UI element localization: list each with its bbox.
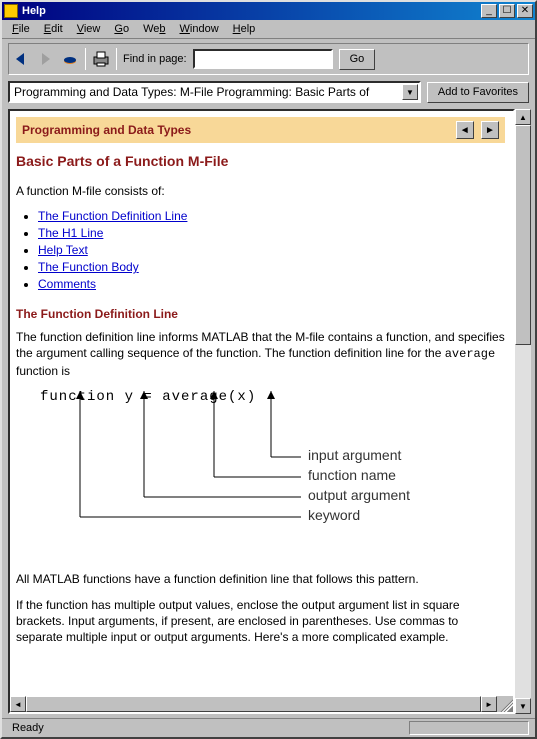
list-item: The H1 Line — [38, 226, 505, 240]
chevron-down-icon[interactable]: ▼ — [402, 84, 418, 100]
link-comments[interactable]: Comments — [38, 277, 96, 291]
separator — [85, 48, 86, 70]
section-title: Programming and Data Types — [22, 123, 191, 137]
help-window: Help _ ☐ ✕ File Edit View Go Web Window … — [0, 0, 537, 739]
forward-icon[interactable] — [37, 50, 55, 68]
menu-window[interactable]: Window — [174, 22, 225, 36]
anno-keyword: keyword — [308, 507, 360, 523]
link-function-body[interactable]: The Function Body — [38, 260, 139, 274]
list-item: Comments — [38, 277, 505, 291]
minimize-button[interactable]: _ — [481, 4, 497, 18]
scroll-right-button[interactable]: ► — [481, 696, 497, 712]
paragraph: If the function has multiple output valu… — [16, 597, 505, 646]
status-text: Ready — [8, 721, 48, 735]
title-bar[interactable]: Help _ ☐ ✕ — [2, 2, 535, 20]
breadcrumb-text: Programming and Data Types: M-File Progr… — [14, 85, 369, 99]
horizontal-scrollbar[interactable]: ◄ ► — [10, 696, 513, 712]
paragraph: The function definition line informs MAT… — [16, 329, 505, 379]
scroll-left-button[interactable]: ◄ — [10, 696, 26, 712]
list-item: Help Text — [38, 243, 505, 257]
link-h1-line[interactable]: The H1 Line — [38, 226, 103, 240]
paragraph: All MATLAB functions have a function def… — [16, 571, 505, 587]
add-favorites-button[interactable]: Add to Favorites — [427, 82, 529, 103]
address-bar: Programming and Data Types: M-File Progr… — [2, 79, 535, 107]
next-page-button[interactable]: ► — [481, 121, 499, 139]
menu-view[interactable]: View — [71, 22, 107, 36]
scroll-down-button[interactable]: ▼ — [515, 698, 531, 714]
document-content: Programming and Data Types ◄ ► Basic Par… — [10, 111, 513, 646]
scroll-up-button[interactable]: ▲ — [515, 109, 531, 125]
separator — [116, 48, 117, 70]
reload-icon[interactable] — [61, 50, 79, 68]
close-button[interactable]: ✕ — [517, 4, 533, 18]
vertical-scrollbar[interactable]: ▲ ▼ — [515, 109, 531, 714]
prev-page-button[interactable]: ◄ — [456, 121, 474, 139]
subheading: The Function Definition Line — [16, 307, 505, 321]
find-input[interactable] — [193, 49, 333, 69]
anno-input: input argument — [308, 447, 401, 463]
print-icon[interactable] — [92, 50, 110, 68]
scroll-thumb[interactable] — [515, 125, 531, 345]
link-help-text[interactable]: Help Text — [38, 243, 88, 257]
back-icon[interactable] — [13, 50, 31, 68]
app-icon — [4, 4, 18, 18]
list-item: The Function Definition Line — [38, 209, 505, 223]
size-grip[interactable] — [497, 696, 513, 712]
maximize-button[interactable]: ☐ — [499, 4, 515, 18]
toolbar: Find in page: Go — [8, 43, 529, 75]
list-item: The Function Body — [38, 260, 505, 274]
menu-go[interactable]: Go — [108, 22, 135, 36]
intro-text: A function M-file consists of: — [16, 183, 505, 199]
toc-list: The Function Definition Line The H1 Line… — [38, 209, 505, 291]
status-pane — [409, 721, 529, 735]
find-label: Find in page: — [123, 53, 187, 65]
document-frame: Programming and Data Types ◄ ► Basic Par… — [8, 109, 515, 714]
code-diagram: function y = average(x) — [16, 389, 505, 559]
status-bar: Ready — [2, 718, 535, 737]
menu-edit[interactable]: Edit — [38, 22, 69, 36]
page-title: Basic Parts of a Function M-File — [16, 153, 505, 169]
section-header: Programming and Data Types ◄ ► — [16, 117, 505, 143]
link-function-def[interactable]: The Function Definition Line — [38, 209, 187, 223]
anno-fname: function name — [308, 467, 396, 483]
anno-output: output argument — [308, 487, 410, 503]
menu-bar: File Edit View Go Web Window Help — [2, 20, 535, 39]
window-title: Help — [22, 5, 481, 17]
menu-web[interactable]: Web — [137, 22, 171, 36]
menu-file[interactable]: File — [6, 22, 36, 36]
menu-help[interactable]: Help — [227, 22, 262, 36]
go-button[interactable]: Go — [339, 49, 376, 70]
breadcrumb-select[interactable]: Programming and Data Types: M-File Progr… — [8, 81, 421, 103]
